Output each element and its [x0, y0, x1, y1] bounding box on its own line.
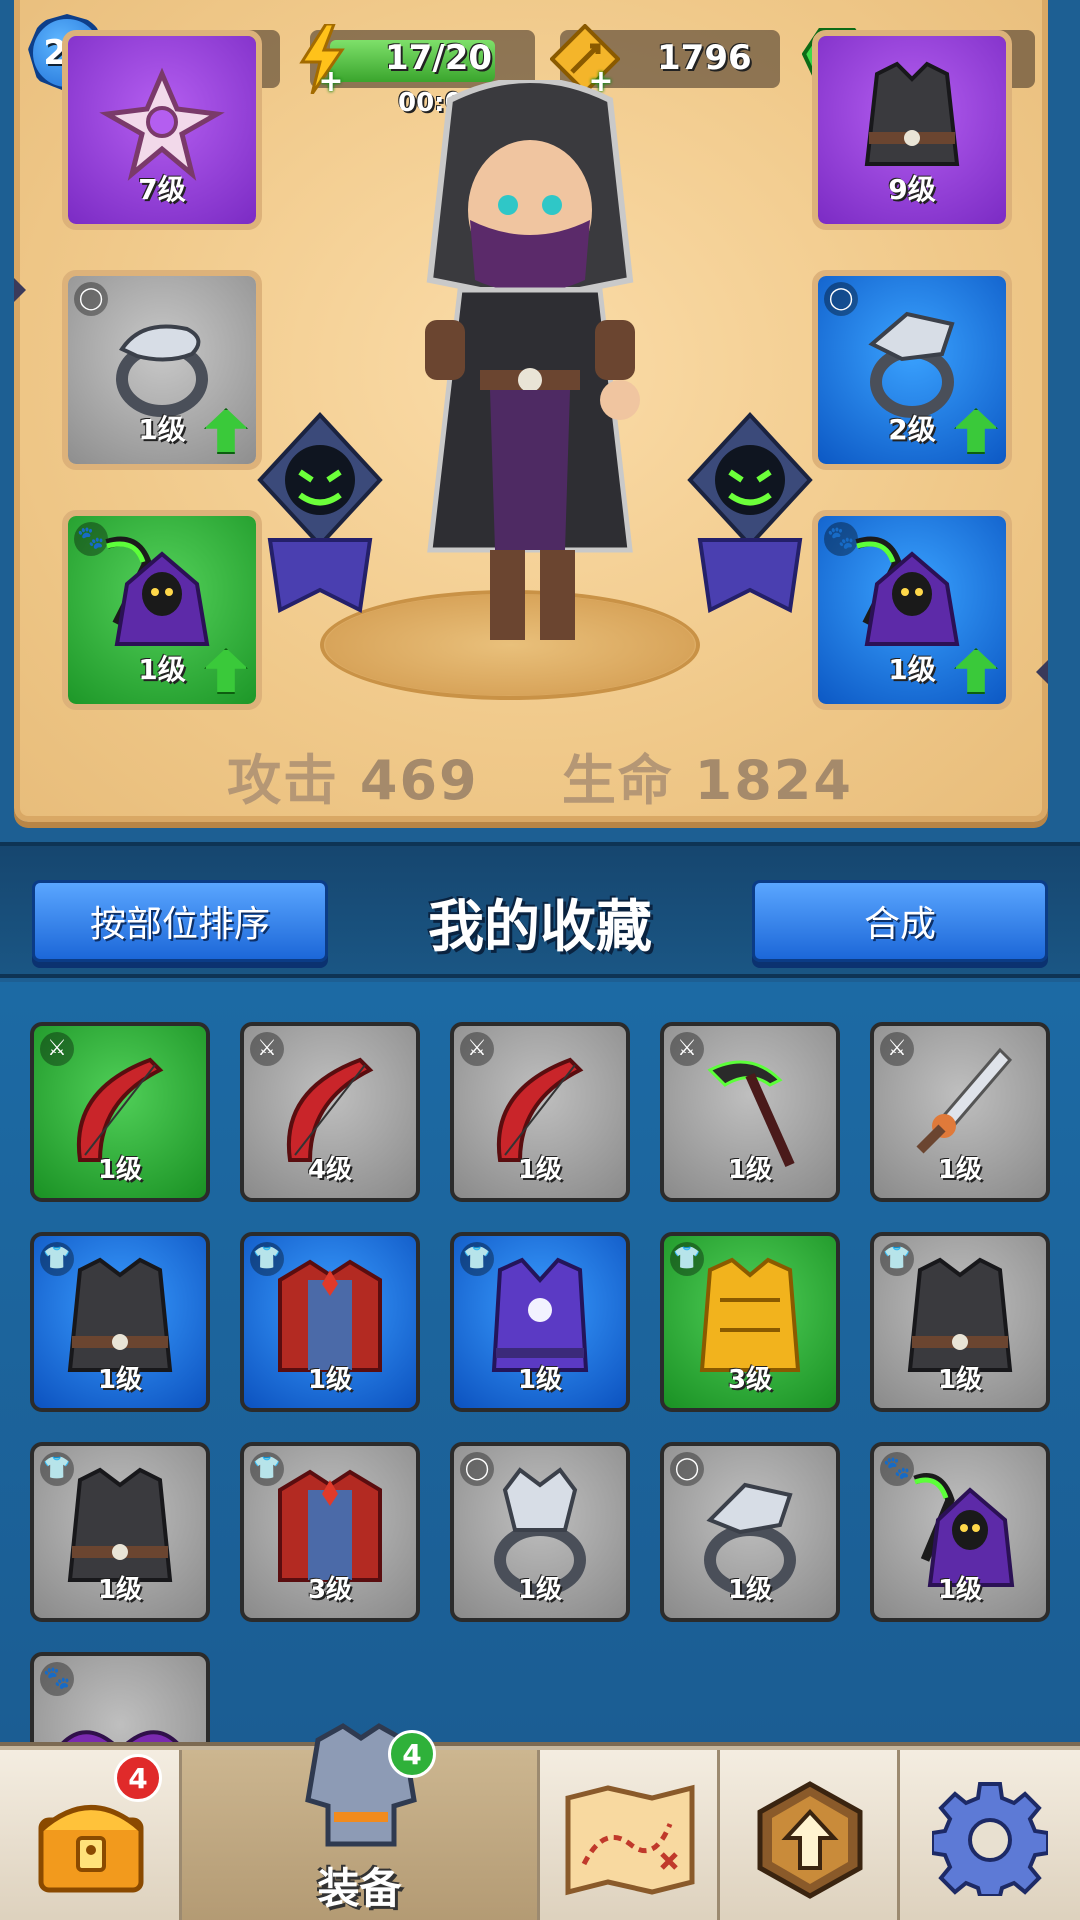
slot-pet-left[interactable]: 🐾 1级	[62, 510, 262, 710]
tab-equipment[interactable]: 4 装备	[182, 1723, 540, 1920]
item-level: 1级	[97, 1365, 143, 1395]
attack-value: 469	[359, 749, 479, 812]
item-level: 1级	[517, 1155, 563, 1185]
collection-item-robe[interactable]: 👕 3级	[240, 1442, 420, 1622]
slot-pet-right[interactable]: 🐾 1级	[812, 510, 1012, 710]
slot-weapon[interactable]: 7级	[62, 30, 262, 230]
serpent-ring-icon	[116, 324, 208, 417]
collection-item-bow[interactable]: ⚔ 4级	[240, 1022, 420, 1202]
collection-item-bow[interactable]: ⚔ 1级	[30, 1022, 210, 1202]
hero-character	[425, 80, 640, 640]
collection-item-vest[interactable]: 👕 1级	[450, 1232, 630, 1412]
sort-by-slot-button[interactable]: 按部位排序	[32, 880, 328, 962]
chest-badge: 4	[114, 1754, 162, 1802]
slot-ring-right[interactable]: ◯ 2级	[812, 270, 1012, 470]
tab-upgrade[interactable]	[720, 1750, 900, 1920]
collection-title: 我的收藏	[428, 895, 652, 960]
hp-label: 生命	[561, 749, 674, 812]
tab-settings[interactable]	[900, 1750, 1080, 1920]
slot-ring-left[interactable]: ◯ 1级	[62, 270, 262, 470]
ninja-vest-icon	[864, 61, 960, 166]
item-level: 1级	[97, 1575, 143, 1605]
collection-item-scythe[interactable]: ⚔ 1级	[660, 1022, 840, 1202]
collection-item-armor[interactable]: 👕 1级	[30, 1442, 210, 1622]
equipment-badge: 4	[388, 1730, 436, 1778]
minion-left	[257, 412, 383, 614]
item-level: 3级	[307, 1575, 353, 1605]
merge-button[interactable]: 合成	[752, 880, 1048, 962]
collection-item-eagle-ring[interactable]: ◯ 1级	[660, 1442, 840, 1622]
item-level: 1级	[937, 1155, 983, 1185]
collection-item-gold-armor[interactable]: 👕 3级	[660, 1232, 840, 1412]
item-level: 1级	[937, 1365, 983, 1395]
item-level: 1级	[727, 1155, 773, 1185]
collection-item-wolf-ring[interactable]: ◯ 1级	[450, 1442, 630, 1622]
collection-item-reaper-pet[interactable]: 🐾 1级	[870, 1442, 1050, 1622]
eagle-ring-icon	[868, 311, 955, 418]
equipment-label: 装备	[317, 1864, 402, 1913]
panel-notch	[14, 278, 26, 302]
map-icon	[565, 1784, 695, 1896]
upgrade-hex-icon	[757, 1781, 863, 1899]
energy-value: 17/20	[385, 38, 493, 78]
collection-grid: ⚔ 1级 ⚔ 4级 ⚔ 1级 ⚔ 1级 ⚔ 1级 👕 1级 👕 1级 👕 1级 👕 3级 👕 1级 👕 1级 👕 3级 ◯ 1级 ◯…	[0, 982, 1080, 1742]
collection-item-armor[interactable]: 👕 1级	[30, 1232, 210, 1412]
hp-value: 1824	[694, 749, 853, 812]
bat-pet-icon	[61, 1730, 179, 1742]
item-level: 1级	[937, 1575, 983, 1605]
collection-item-sword[interactable]: ⚔ 1级	[870, 1022, 1050, 1202]
item-level: 1级	[307, 1365, 353, 1395]
tab-chest[interactable]: 4	[0, 1750, 182, 1920]
shuriken-icon	[99, 67, 225, 181]
item-level: 1级	[727, 1575, 773, 1605]
collection-header: 按部位排序 我的收藏 合成	[0, 842, 1080, 978]
slot-level: 9级	[888, 173, 936, 206]
hero-stats: 攻击 469 生命 1824	[0, 736, 1080, 815]
tab-map[interactable]	[540, 1750, 720, 1920]
item-level: 1级	[517, 1365, 563, 1395]
item-level: 4级	[307, 1155, 353, 1185]
collection-item-robe[interactable]: 👕 1级	[240, 1232, 420, 1412]
slot-level: 7级	[138, 173, 186, 206]
gold-value: 1796	[657, 38, 752, 78]
item-level: 1级	[97, 1155, 143, 1185]
item-level: 1级	[517, 1575, 563, 1605]
collection-item-bat-pet[interactable]: 🐾	[30, 1652, 210, 1742]
panel-notch	[1036, 660, 1048, 684]
collection-item-armor[interactable]: 👕 1级	[870, 1232, 1050, 1412]
collection-item-bow[interactable]: ⚔ 1级	[450, 1022, 630, 1202]
gear-icon	[932, 1782, 1048, 1896]
minion-right	[687, 412, 813, 614]
slot-armor[interactable]: 9级	[812, 30, 1012, 230]
bottom-nav: 4 4 装备	[0, 1723, 1080, 1920]
treasure-chest-icon	[38, 1805, 144, 1893]
item-level: 3级	[727, 1365, 773, 1395]
attack-label: 攻击	[227, 749, 340, 812]
